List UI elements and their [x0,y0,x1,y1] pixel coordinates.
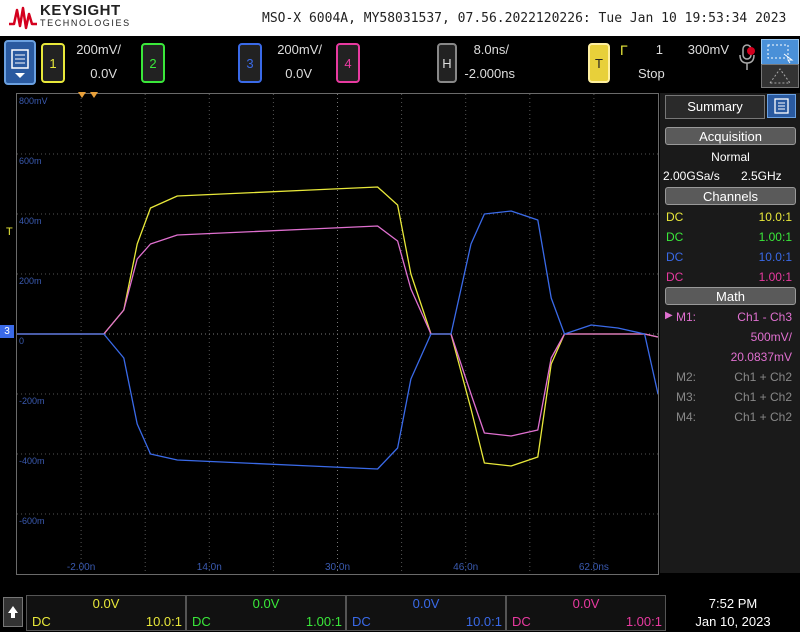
channel-4-button[interactable]: 4 [336,43,360,83]
y-tick-label: -600m [19,516,45,526]
m3-label: M3: [676,390,697,404]
channel-3-status-coupling: DC [352,614,371,629]
channel-3-status-probe: 10.0:1 [465,614,502,629]
panel-menu-button[interactable] [767,94,796,118]
trigger-level[interactable]: 300mV [675,42,729,57]
trigger-label: T [595,55,603,71]
m2-label: M2: [676,370,697,384]
y-tick-label: -400m [19,456,45,466]
channel-2-button[interactable]: 2 [141,43,165,83]
channel-1-button[interactable]: 1 [41,43,65,83]
ch1-probe: 10.0:1 [758,210,792,224]
trigger-source[interactable]: 1 [645,42,663,57]
m3-expression: Ch1 + Ch2 [734,390,792,404]
m1-offset: 20.0837mV [730,350,792,364]
channel-2-status-coupling: DC [192,614,211,629]
channel-3-ground-marker[interactable]: 3 [0,325,14,338]
horizontal-label: H [442,55,452,71]
channel-1-offset[interactable]: 0.0V [66,66,117,81]
ch3-probe: 10.0:1 [758,250,792,264]
y-tick-label: 200m [19,276,42,286]
m1-scale: 500mV/ [750,330,792,344]
y-tick-label: 800mV [19,96,48,106]
channels-header[interactable]: Channels [665,187,796,205]
channel-1-status-coupling: DC [32,614,51,629]
m1-label: M1: [676,310,697,324]
brand-subtitle: TECHNOLOGIES [40,18,131,28]
gesture-button[interactable] [761,64,799,88]
clock-time: 7:52 PM [708,596,758,611]
x-axis-labels: -2.00n 14.0n 30.0n 46.0n 62.0ns [67,562,609,573]
ch2-coupling: DC [666,230,684,244]
horizontal-scale[interactable]: 8.0ns/ [455,42,509,57]
keysight-logo-icon [9,6,37,30]
trigger-button[interactable]: T [588,43,610,83]
panel-menu-icon [774,98,789,114]
y-tick-label: 400m [19,216,42,226]
horizontal-offset[interactable]: -2.000ns [455,66,515,81]
ch4-probe: 1.00:1 [758,270,792,284]
arrow-up-icon [8,606,18,618]
main-menu-button[interactable] [4,40,36,85]
microphone-icon[interactable] [737,43,757,73]
x-tick-label: 30.0n [325,562,350,573]
channel-3-scale[interactable]: 200mV/ [262,42,322,57]
expand-bottom-button[interactable] [3,597,23,627]
x-tick-label: 62.0ns [579,562,609,573]
channel-1-number: 1 [49,55,57,71]
acquisition-mode: Normal [711,150,750,164]
math-header[interactable]: Math [665,287,796,305]
waveform-plot: 800mV 600m 400m 200m 0 -200m -400m -600m -2.00n… [17,94,659,574]
m1-expression: Ch1 - Ch3 [737,310,792,324]
run-status: Stop [638,66,665,81]
x-tick-label: -2.00n [67,562,95,573]
touch-select-button[interactable] [761,39,799,65]
trigger-level-marker[interactable]: T [6,226,13,238]
selection-box-icon [767,44,794,64]
channel-1-scale[interactable]: 200mV/ [66,42,121,57]
channel-3-status-offset: 0.0V [412,596,440,611]
channel-1-status-probe: 10.0:1 [145,614,182,629]
channel-2-number: 2 [149,55,157,71]
sample-rate: 2.00GSa/s [663,169,720,183]
channel-4-number: 4 [344,55,352,71]
m1-active-icon: ▶ [665,310,673,321]
channel-4-status-coupling: DC [512,614,531,629]
ch3-coupling: DC [666,250,684,264]
channel-4-status-probe: 1.00:1 [625,614,662,629]
horizontal-button[interactable]: H [437,43,457,83]
gesture-icon [769,68,791,84]
m4-label: M4: [676,410,697,424]
waveform-display[interactable]: 800mV 600m 400m 200m 0 -200m -400m -600m -2.00n… [16,93,659,575]
channel-3-offset[interactable]: 0.0V [262,66,312,81]
acquisition-header[interactable]: Acquisition [665,127,796,145]
summary-tab[interactable]: Summary [665,95,765,119]
ch1-coupling: DC [666,210,684,224]
instrument-info: MSO-X 6004A, MY58031537, 07.56.202212022… [262,11,787,26]
channel-3-number: 3 [246,55,254,71]
y-tick-label: -200m [19,396,45,406]
channel-2-status-probe: 1.00:1 [305,614,342,629]
trigger-edge-icon: Γ [620,42,628,58]
x-tick-label: 14.0n [197,562,222,573]
channel-2-status-offset: 0.0V [252,596,280,611]
clock-date: Jan 10, 2023 [695,614,771,629]
menu-icon [11,49,29,78]
bandwidth: 2.5GHz [741,169,782,183]
y-tick-label: 600m [19,156,42,166]
m4-expression: Ch1 + Ch2 [734,410,792,424]
y-axis-labels: 800mV 600m 400m 200m 0 -200m -400m -600m [19,96,48,526]
m2-expression: Ch1 + Ch2 [734,370,792,384]
ch4-coupling: DC [666,270,684,284]
ch2-probe: 1.00:1 [758,230,792,244]
x-tick-label: 46.0n [453,562,478,573]
graticule [17,94,658,574]
y-tick-label: 0 [19,336,24,346]
channel-3-button[interactable]: 3 [238,43,262,83]
channel-4-status-offset: 0.0V [572,596,600,611]
brand-name: KEYSIGHT [40,2,121,19]
trigger-position-marker-icon[interactable] [76,91,106,101]
channel-1-status-offset: 0.0V [92,596,120,611]
